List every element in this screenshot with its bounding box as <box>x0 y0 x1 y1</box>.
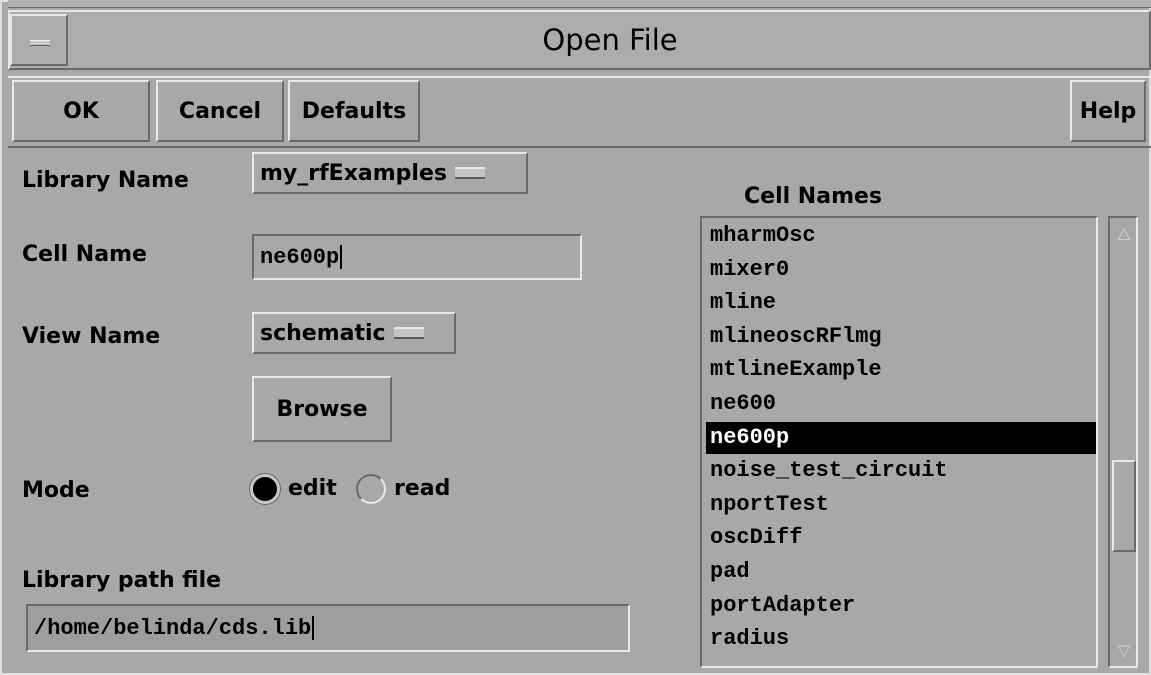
scrollbar-thumb[interactable] <box>1112 460 1136 552</box>
help-button[interactable]: Help <box>1070 80 1146 142</box>
cell-name-field[interactable]: ne600p <box>252 234 582 280</box>
mode-edit-radio[interactable] <box>250 474 280 504</box>
view-name-value: schematic <box>260 320 386 346</box>
cell-list-item[interactable]: mharmOsc <box>706 220 1096 252</box>
window-menu-button[interactable] <box>10 14 68 66</box>
cell-list-item[interactable]: mline <box>706 287 1096 319</box>
library-path-label: Library path file <box>22 568 222 593</box>
cell-list-item[interactable]: nportTest <box>706 489 1096 521</box>
cell-list-item[interactable]: ne600 <box>706 388 1096 420</box>
cell-name-value: ne600p <box>260 244 340 270</box>
cell-list-item[interactable]: ne600p <box>706 421 1096 454</box>
cell-list-item[interactable]: radius <box>706 623 1096 655</box>
library-path-field[interactable]: /home/belinda/cds.lib <box>26 604 630 652</box>
defaults-button[interactable]: Defaults <box>288 80 420 142</box>
cell-list-item[interactable]: mixer0 <box>706 254 1096 286</box>
scroll-down-arrow-icon[interactable]: ▽ <box>1112 638 1136 664</box>
ok-button[interactable]: OK <box>12 80 150 142</box>
view-name-select[interactable]: schematic <box>252 312 456 354</box>
browse-button[interactable]: Browse <box>252 376 392 442</box>
option-menu-icon <box>393 327 424 339</box>
library-name-label: Library Name <box>22 168 189 193</box>
cell-list-item[interactable]: pad <box>706 556 1096 588</box>
view-name-label: View Name <box>22 324 161 349</box>
window-menu-icon <box>30 40 50 46</box>
cell-list-item[interactable]: portAdapter <box>706 590 1096 622</box>
text-cursor-icon <box>312 616 315 640</box>
mode-read-label[interactable]: read <box>394 476 450 501</box>
library-name-select[interactable]: my_rfExamples <box>252 152 528 194</box>
scroll-up-arrow-icon[interactable]: △ <box>1112 220 1136 246</box>
window-title: Open File <box>542 23 678 57</box>
library-path-value: /home/belinda/cds.lib <box>34 615 312 641</box>
cell-list-item[interactable]: oscDiff <box>706 522 1096 554</box>
mode-read-radio[interactable] <box>356 474 386 504</box>
cell-list-item[interactable]: noise_test_circuit <box>706 455 1096 487</box>
mode-label: Mode <box>22 478 90 503</box>
cancel-button[interactable]: Cancel <box>156 80 284 142</box>
window-frame-top <box>8 0 1151 8</box>
cell-list-item[interactable]: mlineoscRFlmg <box>706 321 1096 353</box>
mode-edit-label[interactable]: edit <box>288 476 337 501</box>
cell-names-list[interactable]: mharmOsc mixer0 mline mlineoscRFlmg mtlineEx… <box>700 216 1098 668</box>
cell-list-scrollbar[interactable] <box>1108 216 1138 668</box>
cell-name-label: Cell Name <box>22 242 147 267</box>
library-name-value: my_rfExamples <box>260 160 447 186</box>
cell-names-header: Cell Names <box>744 184 883 209</box>
text-cursor-icon <box>340 245 343 269</box>
option-menu-icon <box>454 167 485 179</box>
cell-list-item[interactable]: mtlineExample <box>706 354 1096 386</box>
